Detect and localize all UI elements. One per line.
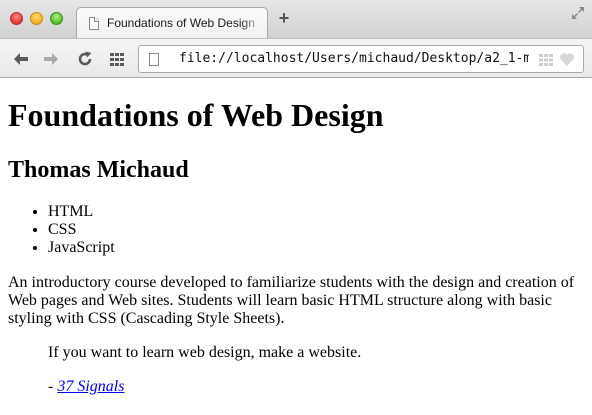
topic-list: HTML CSS JavaScript — [8, 203, 115, 257]
grid-icon[interactable] — [539, 54, 553, 66]
quote-block: If you want to learn web design, make a … — [48, 344, 568, 396]
course-description: An introductory course developed to fami… — [8, 274, 575, 327]
list-item: CSS — [48, 221, 115, 239]
page-content: Foundations of Web Design Thomas Michaud… — [0, 79, 592, 415]
tab-title: Foundations of Web Design — [107, 16, 255, 30]
forward-arrow-icon[interactable] — [42, 50, 60, 68]
quote-citation: - 37 Signals — [48, 378, 568, 396]
tab-strip: Foundations of Web Design + — [0, 0, 592, 38]
browser-window: Foundations of Web Design + file://local… — [0, 0, 592, 415]
citation-dash: - — [48, 378, 58, 395]
list-item: HTML — [48, 203, 115, 221]
quote-source-link[interactable]: 37 Signals — [57, 378, 124, 395]
quote-text: If you want to learn web design, make a … — [48, 344, 362, 361]
minimize-window-icon[interactable] — [30, 12, 43, 25]
page-heading: Foundations of Web Design — [8, 97, 384, 133]
heart-icon[interactable] — [559, 52, 575, 67]
fullscreen-icon[interactable] — [570, 5, 586, 21]
apps-grid-icon[interactable] — [108, 50, 126, 68]
author-heading: Thomas Michaud — [8, 157, 189, 183]
close-window-icon[interactable] — [10, 12, 23, 25]
toolbar: file://localhost/Users/michaud/Desktop/a… — [0, 38, 592, 78]
maximize-window-icon[interactable] — [50, 12, 63, 25]
back-arrow-icon[interactable] — [12, 50, 30, 68]
list-item: JavaScript — [48, 239, 115, 257]
browser-tab[interactable]: Foundations of Web Design — [76, 7, 268, 38]
page-icon — [89, 17, 99, 30]
address-bar[interactable]: file://localhost/Users/michaud/Desktop/a… — [138, 45, 584, 73]
reload-icon[interactable] — [76, 50, 94, 68]
address-url[interactable]: file://localhost/Users/michaud/Desktop/a… — [179, 51, 529, 66]
plus-icon[interactable]: + — [276, 9, 292, 27]
page-icon — [149, 53, 159, 66]
